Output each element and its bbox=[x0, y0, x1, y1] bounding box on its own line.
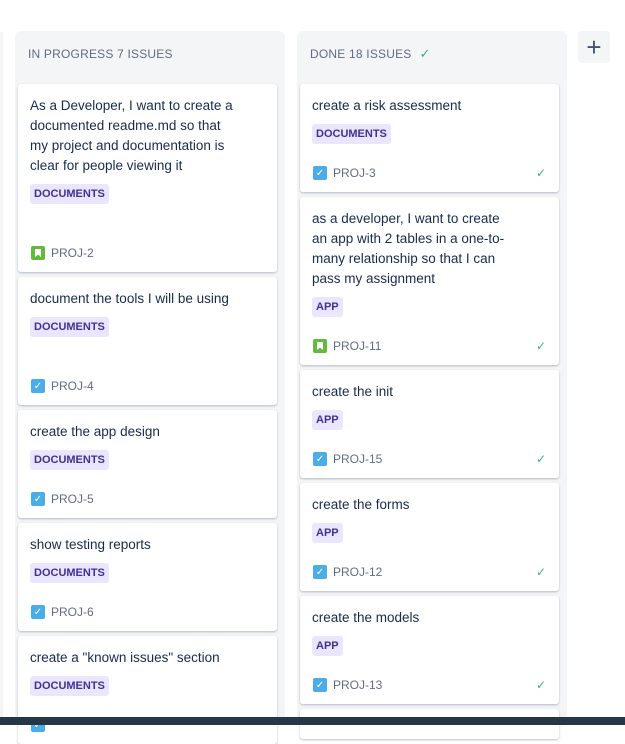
card-footer: ✓ PROJ-3 ✓ bbox=[313, 165, 546, 181]
issue-key[interactable]: PROJ-3 bbox=[333, 166, 376, 180]
card-title: create the app design bbox=[30, 424, 160, 439]
add-column-button[interactable]: + bbox=[578, 31, 610, 63]
epic-label: DOCUMENTS bbox=[30, 184, 109, 204]
card-title: as a developer, I want to create an app … bbox=[312, 211, 505, 286]
done-check-icon: ✓ bbox=[535, 565, 546, 579]
card-title: create the init bbox=[312, 384, 394, 399]
card-title: show testing reports bbox=[30, 537, 151, 552]
card-title: create a "known issues" section bbox=[30, 650, 220, 665]
column-done: DONE 18 ISSUES ✓ create a risk assessmen… bbox=[297, 31, 567, 739]
issue-card[interactable]: As a Developer, I want to create a docum… bbox=[18, 84, 277, 272]
issue-key[interactable]: PROJ-11 bbox=[333, 339, 381, 353]
issue-key[interactable]: PROJ-12 bbox=[333, 565, 382, 579]
issue-card[interactable]: create the models APP ✓ PROJ-13 ✓ bbox=[300, 596, 559, 704]
card-footer: PROJ-2 bbox=[31, 245, 264, 261]
card-footer: ✓ PROJ-13 ✓ bbox=[313, 677, 546, 693]
card-title: create the forms bbox=[312, 497, 410, 512]
issue-card[interactable]: show testing reports DOCUMENTS ✓ PROJ-6 bbox=[18, 523, 277, 631]
story-icon bbox=[31, 246, 45, 260]
epic-label: DOCUMENTS bbox=[312, 124, 391, 144]
previous-column-edge bbox=[0, 32, 3, 725]
epic-label: DOCUMENTS bbox=[30, 563, 109, 583]
task-icon: ✓ bbox=[31, 492, 45, 506]
story-icon bbox=[313, 339, 327, 353]
card-footer: ✓ PROJ-15 ✓ bbox=[313, 451, 546, 467]
issue-key[interactable]: PROJ-4 bbox=[51, 379, 94, 393]
issue-card[interactable]: create a "known issues" section DOCUMENT… bbox=[18, 636, 277, 744]
epic-label: DOCUMENTS bbox=[30, 450, 109, 470]
task-icon: ✓ bbox=[313, 565, 327, 579]
epic-label: APP bbox=[312, 410, 343, 430]
issue-card[interactable]: create a risk assessment DOCUMENTS ✓ PRO… bbox=[300, 84, 559, 192]
issue-key[interactable]: PROJ-13 bbox=[333, 678, 382, 692]
card-footer: ✓ PROJ-5 bbox=[31, 491, 264, 507]
column-in-progress: IN PROGRESS 7 ISSUES As a Developer, I w… bbox=[15, 31, 285, 744]
column-title: IN PROGRESS 7 ISSUES bbox=[28, 47, 173, 61]
task-icon: ✓ bbox=[313, 678, 327, 692]
done-check-icon: ✓ bbox=[535, 678, 546, 692]
done-check-icon: ✓ bbox=[419, 46, 431, 61]
card-title: As a Developer, I want to create a docum… bbox=[30, 98, 233, 173]
done-check-icon: ✓ bbox=[535, 166, 546, 180]
issue-card[interactable]: create the init APP ✓ PROJ-15 ✓ bbox=[300, 370, 559, 478]
issue-card[interactable]: create the app design DOCUMENTS ✓ PROJ-5 bbox=[18, 410, 277, 518]
card-footer: ✓ PROJ-4 bbox=[31, 378, 264, 394]
task-icon: ✓ bbox=[313, 452, 327, 466]
epic-label: APP bbox=[312, 636, 343, 656]
done-check-icon: ✓ bbox=[535, 339, 546, 353]
issue-key[interactable]: PROJ-5 bbox=[51, 492, 94, 506]
task-icon: ✓ bbox=[31, 379, 45, 393]
card-title: document the tools I will be using bbox=[30, 291, 229, 306]
epic-label: DOCUMENTS bbox=[30, 317, 109, 337]
task-icon: ✓ bbox=[313, 166, 327, 180]
epic-label: DOCUMENTS bbox=[30, 676, 109, 696]
epic-label: APP bbox=[312, 523, 343, 543]
done-check-icon: ✓ bbox=[535, 452, 546, 466]
issue-key[interactable]: PROJ-6 bbox=[51, 605, 94, 619]
issue-card[interactable]: as a developer, I want to create an app … bbox=[300, 197, 559, 365]
column-title: DONE 18 ISSUES bbox=[310, 47, 412, 61]
card-title: create a risk assessment bbox=[312, 98, 462, 113]
card-title: create the models bbox=[312, 610, 420, 625]
bottom-bar bbox=[0, 717, 625, 725]
card-footer: ✓ PROJ-6 bbox=[31, 604, 264, 620]
plus-icon: + bbox=[586, 32, 602, 62]
column-header[interactable]: DONE 18 ISSUES ✓ bbox=[297, 31, 567, 77]
card-footer: ✓ PROJ-12 ✓ bbox=[313, 564, 546, 580]
issue-key[interactable]: PROJ-15 bbox=[333, 452, 382, 466]
issue-key[interactable]: PROJ-2 bbox=[51, 246, 94, 260]
task-icon: ✓ bbox=[31, 605, 45, 619]
column-header[interactable]: IN PROGRESS 7 ISSUES bbox=[15, 31, 285, 77]
issue-card[interactable]: document the tools I will be using DOCUM… bbox=[18, 277, 277, 405]
issue-card[interactable]: create the forms APP ✓ PROJ-12 ✓ bbox=[300, 483, 559, 591]
epic-label: APP bbox=[312, 297, 343, 317]
card-footer: PROJ-11 ✓ bbox=[313, 338, 546, 354]
